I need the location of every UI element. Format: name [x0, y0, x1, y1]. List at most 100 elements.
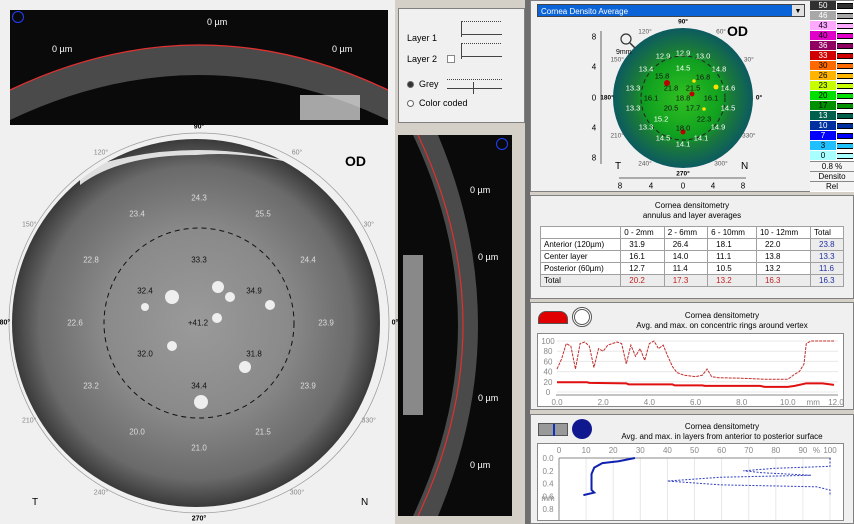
density-value: 24.3 [191, 193, 207, 203]
thickness-label: 0 µm [207, 17, 228, 27]
color-scale-level[interactable]: 10 [810, 121, 836, 131]
degree-label: 60° [716, 28, 726, 36]
color-scale-level[interactable]: 50 [810, 1, 836, 11]
degree-label: 60° [291, 149, 303, 157]
table-cell: 31.9 [620, 238, 665, 251]
y-tick-label: 40 [544, 368, 553, 377]
color-scale-swatch [837, 113, 853, 119]
table-cell: 16.3 [810, 274, 844, 287]
densitometry-table: 0 - 2mm 2 - 6mm 6 - 10mm 10 - 12mm Total Ante… [539, 226, 844, 287]
color-scale-rel[interactable]: Rel [810, 181, 854, 191]
density-value: 12.9 [675, 48, 691, 58]
color-scale-mode[interactable]: Densito [810, 171, 854, 181]
axis-orientation-icon[interactable] [12, 11, 24, 23]
density-value: 14.9 [710, 122, 726, 132]
color-scale[interactable]: 50 46 43 40 36 33 30 26 23 20 17 13 10 7 3 0 0.8 % Densit… [810, 1, 854, 192]
axis-tick-label: 8 [591, 153, 597, 163]
degree-label: 240° [93, 489, 109, 497]
axis-tick-label: 4 [591, 62, 597, 72]
degree-label: 0° [755, 94, 763, 102]
table-title: Cornea densitometry [654, 201, 730, 210]
zoom-label[interactable]: 9mm [616, 49, 632, 56]
axis-orientation-icon[interactable] [496, 138, 508, 150]
density-value: 17.7 [685, 103, 701, 113]
layer1-slider[interactable] [461, 21, 502, 37]
color-scale-level[interactable]: 30 [810, 61, 836, 71]
color-scale-level[interactable]: 23 [810, 81, 836, 91]
y-tick-label: 0.2 [542, 467, 554, 476]
density-value: 32.4 [137, 286, 153, 296]
color-scale-swatch [837, 83, 853, 89]
contrast-slider[interactable] [447, 79, 502, 94]
axis-tick-label: 4 [591, 123, 597, 133]
degree-label: 330° [361, 417, 376, 425]
x-tick-label: 4.0 [644, 398, 656, 407]
color-scale-swatch [837, 23, 853, 29]
eye-label: OD [727, 23, 748, 39]
color-scale-swatch [837, 143, 853, 149]
color-coded-radio[interactable] [407, 100, 414, 107]
color-scale-level[interactable]: 20 [810, 91, 836, 101]
density-value: 16.1 [643, 93, 659, 103]
color-scale-level[interactable]: 33 [810, 51, 836, 61]
layer2-checkbox[interactable] [447, 55, 455, 63]
density-value: 21.8 [663, 83, 679, 93]
color-scale-level[interactable]: 46 [810, 11, 836, 21]
color-scale-step[interactable]: 0.8 % [810, 161, 854, 171]
layers-chart: 0 10 20 30 40 50 60 70 80 90 100%0.00.20.40.60.8mm [537, 443, 844, 521]
density-value: 14.6 [720, 83, 736, 93]
degree-label: 270° [191, 515, 207, 523]
color-scale-swatch [837, 123, 853, 129]
color-scale-level[interactable]: 7 [810, 131, 836, 141]
table-cell: 18.1 [707, 238, 757, 251]
x-tick-label: 10 [582, 446, 591, 455]
color-scale-swatch [837, 73, 853, 79]
table-header-row: 0 - 2mm 2 - 6mm 6 - 10mm 10 - 12mm Total [539, 226, 844, 239]
density-value: 21.5 [255, 427, 271, 437]
color-scale-level[interactable]: 36 [810, 41, 836, 51]
color-scale-level[interactable]: 17 [810, 101, 836, 111]
density-value: 20.0 [129, 427, 145, 437]
column-header: 0 - 2mm [620, 226, 665, 239]
scheimpflug-horizontal-panel: 0 µm 0 µm 0 µm [0, 0, 395, 130]
degree-label: 120° [638, 28, 652, 36]
x-tick-label: 50 [690, 446, 699, 455]
y-tick-label: 100 [541, 337, 555, 346]
temporal-label: T [615, 161, 622, 172]
color-scale-level[interactable]: 26 [810, 71, 836, 81]
y-axis-label: mm [541, 494, 555, 503]
table-cell: 13.8 [755, 250, 812, 263]
color-densitometry-map[interactable] [531, 1, 811, 193]
color-scale-swatch [837, 53, 853, 59]
density-value: 13.3 [625, 83, 641, 93]
density-value: 16.1 [703, 93, 719, 103]
axis-tick-label: 0 [591, 93, 597, 103]
color-scale-swatch [837, 43, 853, 49]
axis-tick-label: 8 [591, 32, 597, 42]
color-coded-label: Color coded [419, 98, 468, 108]
density-value: 18.0 [675, 123, 691, 133]
color-scale-level[interactable]: 0 [810, 151, 836, 161]
scheimpflug-horizontal-image [10, 10, 388, 125]
color-scale-level[interactable]: 40 [810, 31, 836, 41]
layer-controls: Layer 1 Layer 2 Grey Color coded [398, 8, 525, 123]
chart-title: Cornea densitometry [684, 311, 760, 320]
density-value: 12.9 [655, 51, 671, 61]
color-scale-level[interactable]: 43 [810, 21, 836, 31]
density-value: 23.4 [129, 209, 145, 219]
density-value: 14.5 [655, 133, 671, 143]
chart-subtitle: Avg. and max. on concentric rings around… [636, 321, 808, 330]
density-value: 13.3 [625, 103, 641, 113]
grey-radio[interactable] [407, 81, 414, 88]
layer2-slider[interactable] [461, 43, 502, 59]
density-value: 34.9 [246, 286, 262, 296]
y-tick-label: 0.0 [542, 454, 554, 463]
table-row: Anterior (120µm) 31.9 26.4 18.1 22.0 23.8 [539, 238, 844, 251]
table-cell: 13.2 [755, 262, 812, 275]
color-scale-level[interactable]: 13 [810, 111, 836, 121]
x-tick-label: 70 [744, 446, 753, 455]
rings-chart: 02040 6080100 0.0 2.0 4.0 6.0 8.0 10.0 12.0 mm [537, 333, 844, 407]
row-label: Anterior (120µm) [539, 238, 622, 251]
color-scale-swatch [837, 153, 853, 159]
color-scale-level[interactable]: 3 [810, 141, 836, 151]
